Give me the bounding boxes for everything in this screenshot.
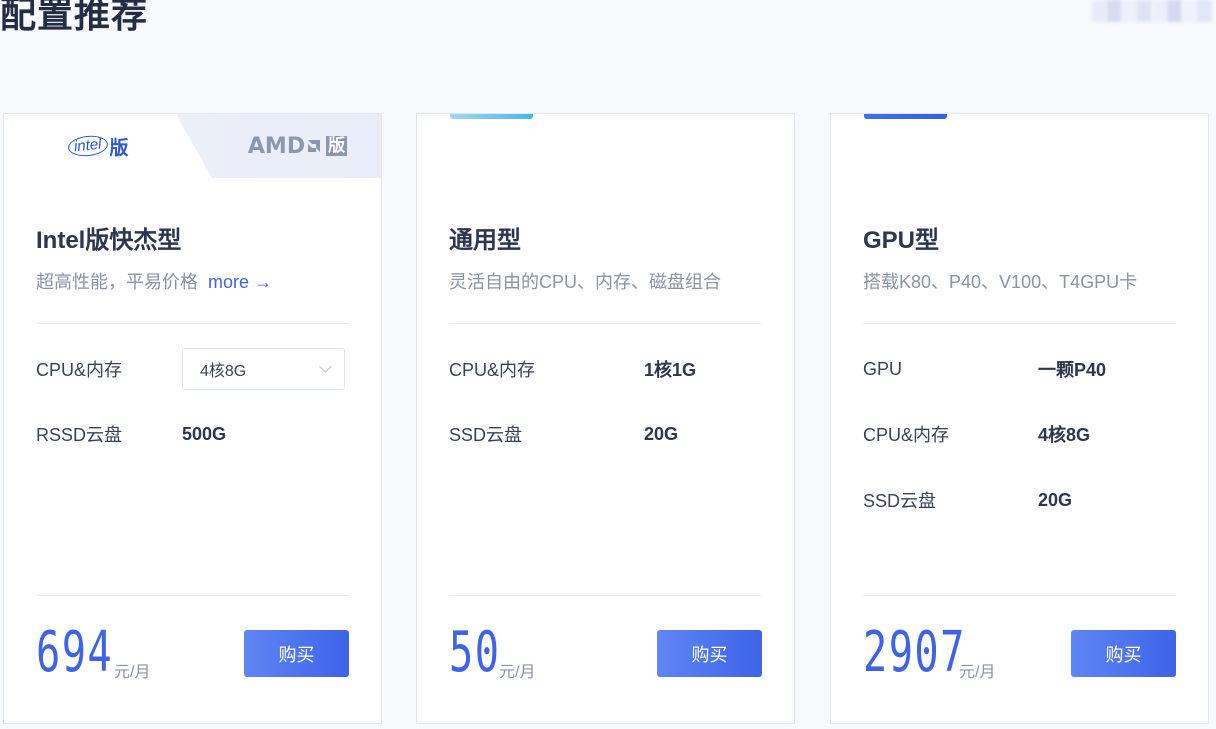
- price-row: 50 元/月 购买: [449, 618, 762, 688]
- blur-tile: [1182, 0, 1197, 22]
- intel-logo: intel 版: [67, 133, 129, 160]
- card-description: 超高性能，平易价格 more →: [36, 268, 272, 294]
- spec-value: 500G: [182, 423, 227, 444]
- blur-tile: [1122, 0, 1137, 22]
- spec-row-cpu-memory: CPU&内存 4核8G: [36, 347, 349, 391]
- spec-value: 20G: [1038, 489, 1073, 510]
- spec-value: 20G: [644, 423, 679, 444]
- divider: [449, 595, 762, 596]
- chevron-down-icon: [319, 360, 332, 373]
- vendor-tabs: intel 版 AMD 版: [4, 114, 381, 178]
- price-amount: 2907: [863, 620, 966, 685]
- price-row: 2907 元/月 购买: [863, 618, 1176, 688]
- recommended-configs-section: 配置推荐 intel 版 AMD 版 Intel版快杰型 超高性能，平易价格 m…: [0, 0, 1216, 729]
- config-card-gpu: GPU型 搭载K80、P40、V100、T4GPU卡 GPU 一颗P40 CPU…: [830, 113, 1209, 724]
- config-card-intel-fast: intel 版 AMD 版 Intel版快杰型 超高性能，平易价格 more →: [3, 113, 382, 724]
- card-title: 通用型: [449, 227, 521, 254]
- spec-value: 1核1G: [644, 360, 697, 380]
- amd-arrow-icon: [306, 138, 322, 154]
- spec-label: SSD云盘: [863, 491, 937, 511]
- intel-logo-mark: intel: [67, 133, 109, 159]
- more-link[interactable]: more →: [208, 272, 272, 292]
- section-title: 配置推荐: [0, 0, 149, 35]
- spec-label: SSD云盘: [449, 425, 523, 445]
- price-unit: 元/月: [959, 664, 996, 681]
- blur-tile: [1107, 0, 1122, 22]
- divider: [863, 323, 1176, 324]
- spec-row-cpu-memory: CPU&内存 1核1G: [449, 347, 762, 391]
- buy-button[interactable]: 购买: [657, 630, 762, 677]
- price-row: 694 元/月 购买: [36, 618, 349, 688]
- blur-tile: [1137, 0, 1152, 22]
- tab-intel[interactable]: intel 版: [4, 114, 212, 178]
- select-value: 4核8G: [200, 363, 247, 380]
- tab-amd[interactable]: AMD 版: [214, 114, 381, 178]
- spec-label: GPU: [863, 358, 903, 379]
- spec-label: CPU&内存: [449, 360, 536, 380]
- blur-tile: [1152, 0, 1167, 22]
- divider: [863, 595, 1176, 596]
- spec-value: 一颗P40: [1038, 360, 1107, 380]
- card-title: Intel版快杰型: [36, 227, 182, 254]
- spec-label: CPU&内存: [36, 360, 123, 380]
- spec-label: RSSD云盘: [36, 425, 123, 445]
- card-accent-bar: [450, 114, 533, 119]
- price-amount: 694: [36, 620, 114, 685]
- cpu-memory-select[interactable]: 4核8G: [182, 348, 345, 390]
- buy-button[interactable]: 购买: [1071, 630, 1176, 677]
- spec-row-disk: SSD云盘 20G: [449, 412, 762, 456]
- spec-label: CPU&内存: [863, 425, 950, 445]
- divider: [36, 323, 349, 324]
- card-description: 灵活自由的CPU、内存、磁盘组合: [449, 272, 722, 292]
- config-card-general: 通用型 灵活自由的CPU、内存、磁盘组合 CPU&内存 1核1G SSD云盘 2…: [416, 113, 795, 724]
- price-amount: 50: [449, 620, 501, 685]
- card-description-text: 超高性能，平易价格: [36, 272, 198, 292]
- price-unit: 元/月: [499, 664, 536, 681]
- spec-row-disk: RSSD云盘 500G: [36, 412, 349, 456]
- card-accent-bar: [864, 114, 947, 119]
- amd-logo: AMD: [247, 133, 306, 159]
- blur-tile: [1197, 0, 1212, 22]
- spec-row-cpu-memory: CPU&内存 4核8G: [863, 412, 1176, 456]
- divider: [449, 323, 762, 324]
- divider: [36, 595, 349, 596]
- amd-tab-suffix: 版: [326, 136, 348, 156]
- intel-tab-suffix: 版: [109, 137, 129, 159]
- card-title: GPU型: [863, 227, 940, 254]
- spec-row-disk: SSD云盘 20G: [863, 478, 1176, 522]
- buy-button[interactable]: 购买: [244, 630, 349, 677]
- spec-value: 4核8G: [1038, 425, 1091, 445]
- card-description: 搭载K80、P40、V100、T4GPU卡: [863, 272, 1138, 292]
- blurred-decoration: [1092, 0, 1212, 22]
- price-unit: 元/月: [114, 664, 151, 681]
- blur-tile: [1167, 0, 1182, 22]
- spec-row-gpu: GPU 一颗P40: [863, 347, 1176, 391]
- blur-tile: [1092, 0, 1107, 22]
